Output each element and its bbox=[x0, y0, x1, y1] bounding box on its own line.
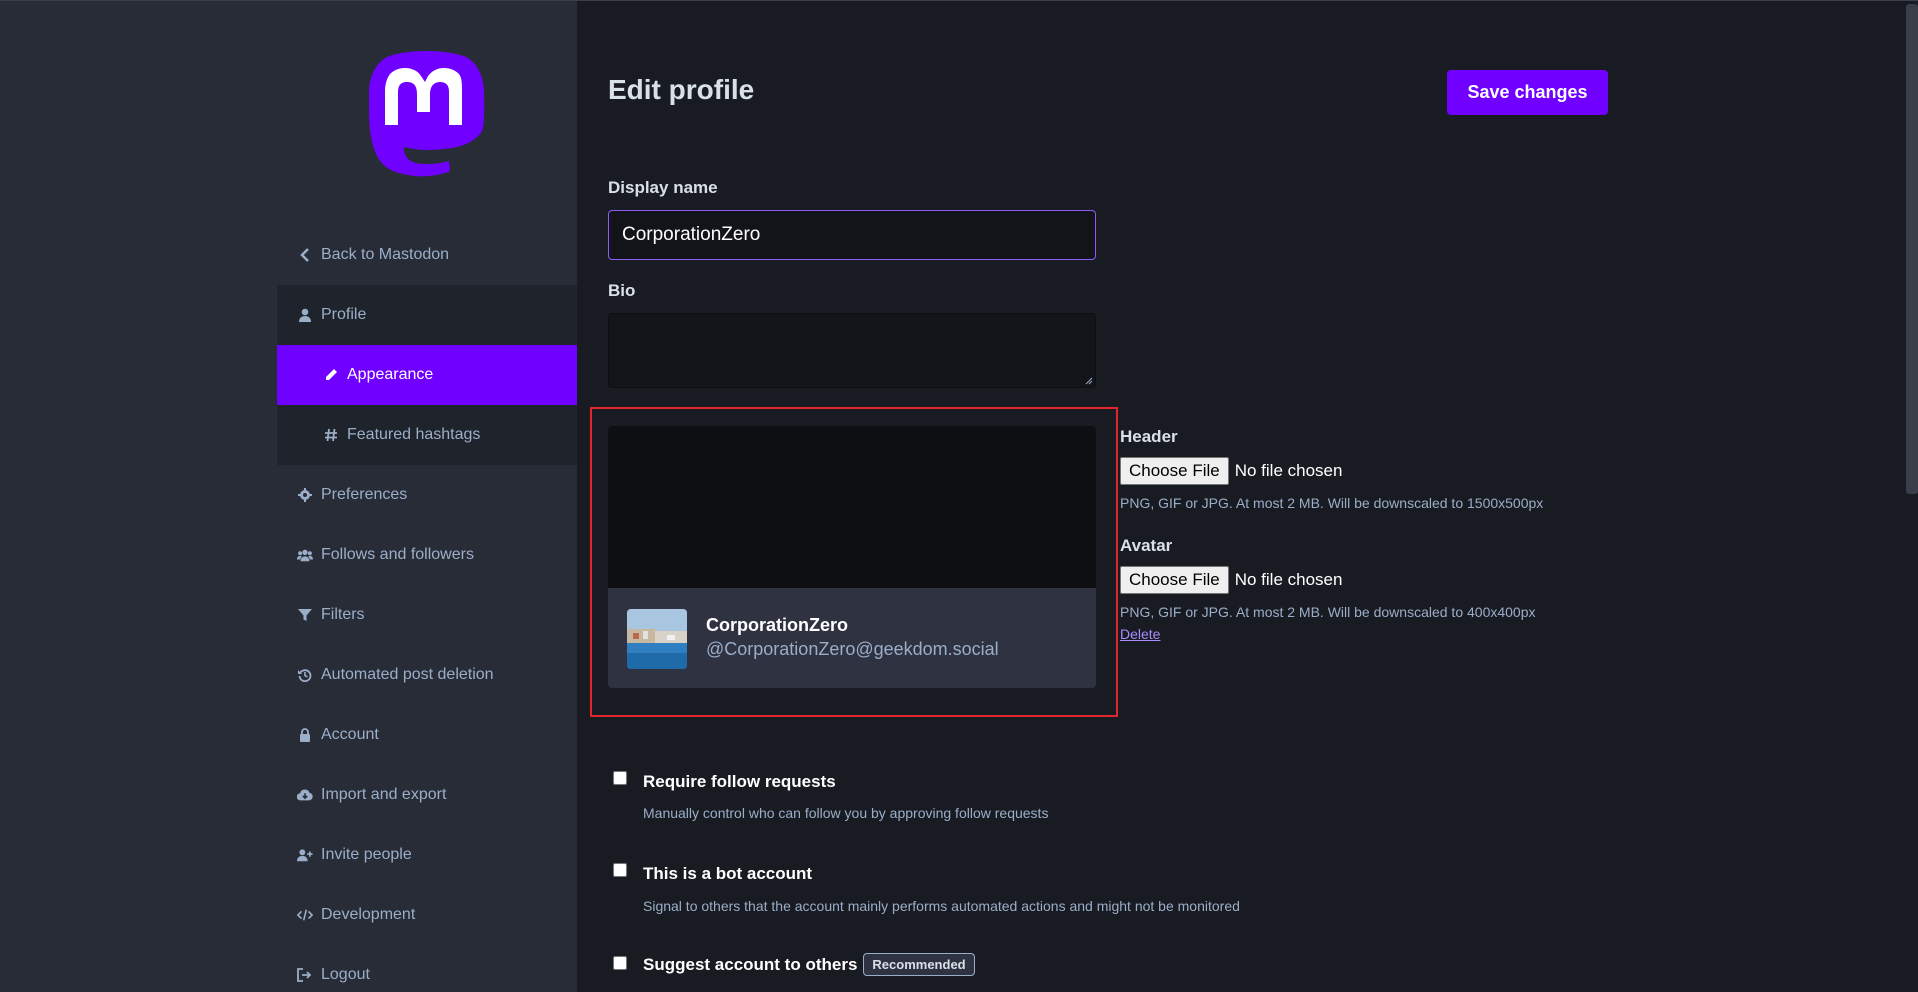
avatar-label: Avatar bbox=[1120, 536, 1173, 555]
sidebar-item-label: Profile bbox=[321, 306, 367, 323]
suggest-account-label-text: Suggest account to others bbox=[643, 954, 858, 974]
profile-preview-card: CorporationZero @CorporationZero@geekdom… bbox=[608, 426, 1096, 688]
sidebar-item-appearance[interactable]: Appearance bbox=[277, 345, 577, 405]
require-follow-requests-label: Require follow requests bbox=[643, 772, 836, 792]
bio-label: Bio bbox=[608, 281, 636, 300]
header-file-input: Choose File No file chosen bbox=[1120, 457, 1342, 485]
mastodon-logo[interactable] bbox=[368, 51, 486, 177]
sidebar-item-label: Filters bbox=[321, 606, 365, 623]
sidebar-item-label: Follows and followers bbox=[321, 546, 474, 563]
cloud-download-icon bbox=[297, 787, 313, 803]
suggest-account-checkbox[interactable] bbox=[613, 956, 627, 970]
page-title: Edit profile bbox=[608, 74, 755, 105]
require-follow-requests-checkbox-row bbox=[613, 771, 627, 785]
bot-account-checkbox[interactable] bbox=[613, 863, 627, 877]
suggest-account-checkbox-row bbox=[613, 956, 627, 970]
header-choose-file-button[interactable]: Choose File bbox=[1120, 457, 1229, 485]
avatar-file-status: No file chosen bbox=[1234, 570, 1343, 589]
history-icon bbox=[297, 667, 313, 683]
bot-account-checkbox-row bbox=[613, 863, 627, 877]
avatar-file-input: Choose File No file chosen bbox=[1120, 566, 1342, 594]
require-follow-requests-checkbox[interactable] bbox=[613, 771, 627, 785]
sidebar-item-label: Logout bbox=[321, 966, 370, 983]
filter-icon bbox=[297, 607, 313, 623]
preview-display-name: CorporationZero bbox=[706, 615, 848, 635]
display-name-value: CorporationZero bbox=[622, 224, 761, 245]
sidebar-item-label: Appearance bbox=[347, 366, 434, 383]
require-follow-requests-label-text: Require follow requests bbox=[643, 772, 836, 791]
avatar-hint: PNG, GIF or JPG. At most 2 MB. Will be d… bbox=[1120, 604, 1536, 620]
lock-icon bbox=[297, 727, 313, 743]
preview-handle: @CorporationZero@geekdom.social bbox=[706, 639, 999, 659]
sidebar-item-label: Automated post deletion bbox=[321, 666, 494, 683]
require-follow-requests-hint: Manually control who can follow you by a… bbox=[643, 805, 1049, 821]
sidebar-item-automated-post-deletion[interactable]: Automated post deletion bbox=[277, 645, 577, 705]
sidebar-item-logout[interactable]: Logout bbox=[277, 945, 577, 992]
sidebar-item-featured-hashtags[interactable]: Featured hashtags bbox=[277, 405, 577, 465]
sidebar-item-label: Invite people bbox=[321, 846, 412, 863]
sidebar-item-filters[interactable]: Filters bbox=[277, 585, 577, 645]
sidebar-item-label: Account bbox=[321, 726, 379, 743]
avatar-choose-file-button[interactable]: Choose File bbox=[1120, 566, 1229, 594]
user-plus-icon bbox=[297, 847, 313, 863]
sidebar-item-preferences[interactable]: Preferences bbox=[277, 465, 577, 525]
gear-icon bbox=[297, 487, 313, 503]
chevron-left-icon bbox=[297, 247, 313, 263]
code-icon bbox=[297, 907, 313, 923]
avatar-delete-link[interactable]: Delete bbox=[1120, 626, 1160, 642]
display-name-input[interactable]: CorporationZero bbox=[608, 210, 1096, 260]
sidebar-item-development[interactable]: Development bbox=[277, 885, 577, 945]
user-icon bbox=[297, 307, 313, 323]
resize-grip-icon[interactable] bbox=[1085, 377, 1093, 385]
sidebar-item-label: Back to Mastodon bbox=[321, 246, 450, 263]
suggest-account-label: Suggest account to others Recommended bbox=[643, 953, 975, 976]
header-label: Header bbox=[1120, 427, 1178, 446]
sidebar-item-invite-people[interactable]: Invite people bbox=[277, 825, 577, 885]
preview-avatar bbox=[627, 609, 687, 669]
scrollbar-thumb[interactable] bbox=[1906, 4, 1918, 494]
header-hint: PNG, GIF or JPG. At most 2 MB. Will be d… bbox=[1120, 495, 1544, 511]
header-file-status: No file chosen bbox=[1234, 461, 1343, 480]
sidebar-item-label: Import and export bbox=[321, 786, 447, 803]
bot-account-label-text: This is a bot account bbox=[643, 864, 813, 883]
hashtag-icon bbox=[323, 427, 339, 443]
display-name-label: Display name bbox=[608, 178, 718, 197]
preview-header-image bbox=[608, 426, 1096, 588]
sidebar-item-follows[interactable]: Follows and followers bbox=[277, 525, 577, 585]
bot-account-hint: Signal to others that the account mainly… bbox=[643, 898, 1240, 914]
recommended-badge: Recommended bbox=[863, 953, 975, 976]
pencil-icon bbox=[323, 367, 339, 383]
sidebar-item-account[interactable]: Account bbox=[277, 705, 577, 765]
sidebar-item-profile[interactable]: Profile bbox=[277, 285, 577, 345]
sidebar-item-label: Development bbox=[321, 906, 416, 923]
sidebar-item-label: Featured hashtags bbox=[347, 426, 481, 443]
bio-textarea[interactable] bbox=[608, 313, 1096, 388]
users-icon bbox=[297, 547, 313, 563]
sidebar-item-back[interactable]: Back to Mastodon bbox=[277, 225, 577, 285]
sidebar-item-import-export[interactable]: Import and export bbox=[277, 765, 577, 825]
bot-account-label: This is a bot account bbox=[643, 864, 812, 884]
sign-out-icon bbox=[297, 967, 313, 983]
sidebar-item-label: Preferences bbox=[321, 486, 408, 503]
save-button[interactable]: Save changes bbox=[1447, 70, 1608, 115]
